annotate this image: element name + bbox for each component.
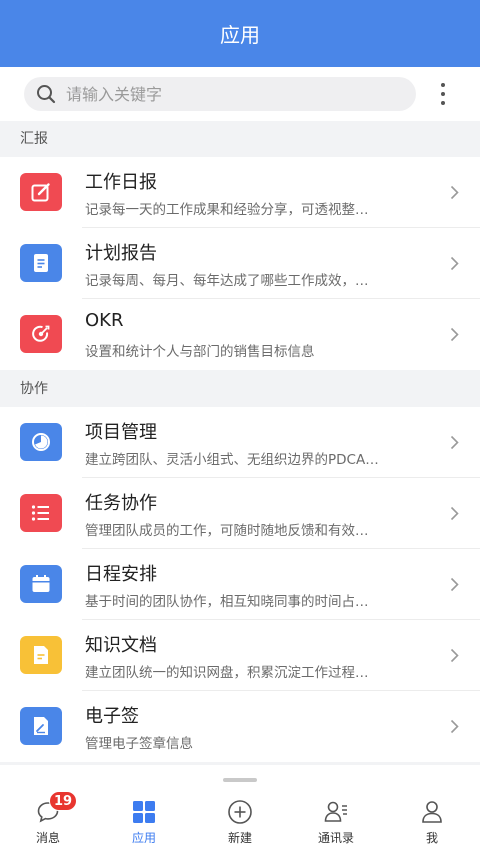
chevron-right-icon	[450, 256, 459, 271]
item-description: 记录每周、每月、每年达成了哪些工作成效，…	[85, 273, 369, 289]
app-item-okr[interactable]: OKR 设置和统计个人与部门的销售目标信息	[0, 299, 480, 370]
target-icon	[20, 315, 62, 353]
item-title: 任务协作	[85, 493, 157, 514]
tab-label: 消息	[35, 831, 60, 845]
bottom-tab-bar: 19 消息 应用 新建 通讯录 我	[0, 765, 480, 853]
chevron-right-icon	[450, 719, 459, 734]
app-item-knowledge-docs[interactable]: 知识文档 建立团队统一的知识网盘，积累沉淀工作过程…	[0, 620, 480, 691]
item-description: 管理电子签章信息	[85, 736, 193, 752]
item-title: 项目管理	[85, 422, 157, 443]
document-icon	[20, 244, 62, 282]
app-item-daily-report[interactable]: 工作日报 记录每一天的工作成果和经验分享，可透视整…	[0, 157, 480, 228]
page-title: 应用	[220, 23, 260, 47]
list-icon	[20, 494, 62, 532]
chevron-right-icon	[450, 648, 459, 663]
item-title: 知识文档	[85, 635, 157, 656]
app-item-task-collaboration[interactable]: 任务协作 管理团队成员的工作，可随时随地反馈和有效…	[0, 478, 480, 549]
pie-chart-icon	[20, 423, 62, 461]
app-header: 应用	[0, 0, 480, 67]
item-description: 建立团队统一的知识网盘，积累沉淀工作过程…	[85, 665, 369, 681]
plus-circle-icon	[227, 799, 253, 825]
app-item-schedule[interactable]: 日程安排 基于时间的团队协作，相互知晓同事的时间占…	[0, 549, 480, 620]
tab-apps[interactable]: 应用	[104, 799, 184, 847]
chevron-right-icon	[450, 185, 459, 200]
message-icon: 19	[35, 791, 78, 825]
edit-icon	[20, 173, 62, 211]
search-input[interactable]	[66, 84, 386, 104]
app-item-e-signature[interactable]: 电子签 管理电子签章信息	[0, 691, 480, 762]
search-box[interactable]	[24, 77, 416, 111]
unread-badge: 19	[49, 791, 78, 811]
search-icon	[37, 85, 56, 104]
item-description: 设置和统计个人与部门的销售目标信息	[85, 344, 315, 360]
calendar-icon	[20, 565, 62, 603]
tab-label: 新建	[227, 831, 252, 845]
chevron-right-icon	[450, 435, 459, 450]
chevron-right-icon	[450, 506, 459, 521]
chevron-right-icon	[450, 577, 459, 592]
tab-contacts[interactable]: 通讯录	[296, 799, 376, 847]
section-header-report: 汇报	[0, 121, 480, 157]
person-icon	[419, 799, 445, 825]
signature-icon	[20, 707, 62, 745]
tab-messages[interactable]: 19 消息	[8, 791, 88, 847]
item-title: 日程安排	[85, 564, 157, 585]
tab-new[interactable]: 新建	[200, 799, 280, 847]
drag-handle[interactable]	[223, 778, 257, 782]
more-options-icon[interactable]	[431, 81, 455, 107]
item-description: 管理团队成员的工作，可随时随地反馈和有效…	[85, 523, 369, 539]
item-title: 计划报告	[85, 243, 157, 264]
app-item-project-management[interactable]: 项目管理 建立跨团队、灵活小组式、无组织边界的PDCA…	[0, 407, 480, 478]
tab-label: 应用	[131, 831, 156, 845]
tab-label: 我	[425, 831, 438, 845]
apps-icon	[131, 799, 157, 825]
item-description: 基于时间的团队协作，相互知晓同事的时间占…	[85, 594, 369, 610]
item-description: 建立跨团队、灵活小组式、无组织边界的PDCA…	[85, 452, 379, 468]
item-title: 工作日报	[85, 172, 157, 193]
section-header-collaboration: 协作	[0, 371, 480, 407]
chevron-right-icon	[450, 327, 459, 342]
item-title: 电子签	[85, 706, 139, 727]
file-icon	[20, 636, 62, 674]
app-item-plan-report[interactable]: 计划报告 记录每周、每月、每年达成了哪些工作成效，…	[0, 228, 480, 299]
item-description: 记录每一天的工作成果和经验分享，可透视整…	[85, 202, 369, 218]
tab-label: 通讯录	[317, 831, 354, 845]
item-title: OKR	[85, 310, 124, 331]
tab-me[interactable]: 我	[392, 799, 472, 847]
contacts-icon	[323, 799, 349, 825]
search-bar	[0, 67, 480, 121]
